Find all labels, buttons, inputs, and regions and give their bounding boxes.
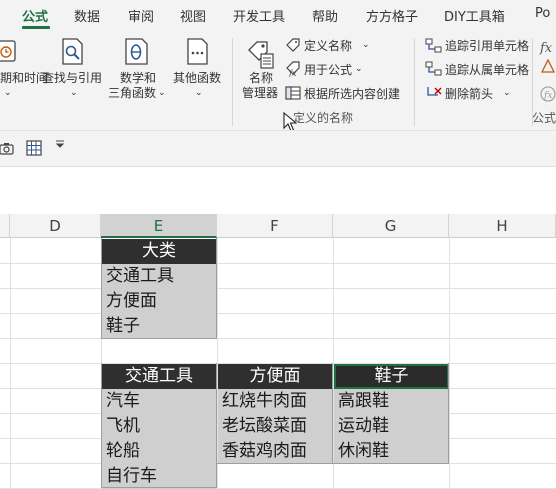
chevron-down-icon: ⌄ [70,88,78,98]
category-cell[interactable]: 鞋子 [102,314,216,339]
math-trig-icon [124,38,150,70]
table-border [448,363,449,463]
table-border [101,487,217,488]
category-cell[interactable]: 方便面 [102,289,216,314]
list-item-cell[interactable]: 飞机 [102,414,216,439]
column-header-d[interactable]: D [10,214,101,238]
column-header-h[interactable]: H [449,214,556,238]
table-border [332,363,333,463]
svg-text:fx: fx [539,41,553,56]
column-header-stub [0,214,10,238]
chevron-down-icon: ⌄ [355,64,363,74]
lookup-reference-button[interactable]: 查找与引用 [42,71,102,86]
tab-developer[interactable]: 开发工具 [233,6,285,25]
column-header-e[interactable]: E [101,214,217,238]
table-border [101,338,217,339]
list-item-cell[interactable]: 休闲鞋 [334,439,448,464]
list-header-cell-selected[interactable]: 鞋子 [334,364,449,389]
formula-bar-area [0,166,556,214]
column-header-f[interactable]: F [217,214,333,238]
chevron-down-icon: ⌄ [362,40,370,50]
table-border [216,363,217,488]
chevron-down-icon: ⌄ [4,88,12,98]
list-header-cell[interactable]: 交通工具 [102,364,216,389]
create-from-selection-button[interactable]: 根据所选内容创建 [304,87,400,102]
more-functions-icon [186,38,210,70]
list-header-cell[interactable]: 方便面 [218,364,332,389]
grid-line [0,263,556,264]
svg-text:fx: fx [543,91,552,101]
excel-window: 公式 数据 审阅 视图 开发工具 帮助 方方格子 DIY工具箱 Po 期和时间 … [0,0,556,489]
tab-review[interactable]: 审阅 [128,6,154,25]
define-name-icon [285,38,301,57]
list-item-cell[interactable]: 轮船 [102,439,216,464]
chevron-down-icon: ⌄ [195,88,203,98]
tab-view[interactable]: 视图 [180,6,206,25]
active-tab-indicator [22,26,50,29]
tab-power[interactable]: Po [535,6,550,21]
list-item-cell[interactable]: 老坛酸菜面 [218,414,332,439]
list-item-cell[interactable]: 自行车 [102,464,216,489]
category-cell[interactable]: 交通工具 [102,264,216,289]
trace-precedents-button[interactable]: 追踪引用单元格 [445,39,529,54]
dropdown-icon[interactable] [55,139,65,152]
table-border [216,238,217,339]
define-name-button[interactable]: 定义名称 [304,39,352,54]
list-item-cell[interactable]: 香菇鸡肉面 [218,439,332,464]
group-separator [232,38,233,126]
chevron-down-icon: ⌄ [158,88,166,98]
remove-arrows-button[interactable]: 删除箭头 [445,87,493,102]
more-functions-button[interactable]: 其他函数 [173,71,221,86]
defined-names-group-label: 定义的名称 [293,111,354,125]
lookup-icon [61,38,85,70]
tab-help[interactable]: 帮助 [312,6,338,25]
grid-line [0,313,556,314]
calendar-icon [0,38,18,68]
math-trig-button[interactable]: 数学和 [120,71,156,86]
list-item-cell[interactable]: 高跟鞋 [334,389,448,414]
tab-diy-toolbox[interactable]: DIY工具箱 [444,6,505,25]
camera-icon[interactable] [0,141,14,160]
trace-dependents-button[interactable]: 追踪从属单元格 [445,63,529,78]
trace-dependents-icon [425,61,443,81]
math-trig-label-2: 三角函数 [108,86,157,100]
table-border [101,238,102,339]
trace-precedents-icon [425,38,443,58]
use-in-formula-icon: fx [285,61,301,81]
name-manager-icon [245,38,277,74]
group-separator [414,38,415,126]
table-border [101,363,102,488]
grid-line [0,338,556,339]
ribbon-panel: 期和时间 ⌄ 查找与引用 ⌄ 数学和 三角函数 ⌄ 其他函数 ⌄ 名称 管理器 [0,30,556,132]
table-icon[interactable] [26,140,42,160]
remove-arrows-icon [425,85,443,105]
chevron-down-icon: ⌄ [503,88,511,98]
name-manager-button[interactable]: 名称 [249,71,273,86]
category-header-cell[interactable]: 大类 [102,239,216,264]
ribbon-tab-bar: 公式 数据 审阅 视图 开发工具 帮助 方方格子 DIY工具箱 Po [0,0,556,30]
tab-formulas[interactable]: 公式 [22,6,48,25]
list-item-cell[interactable]: 汽车 [102,389,216,414]
list-item-cell[interactable]: 红烧牛肉面 [218,389,332,414]
grid-line [0,288,556,289]
tab-fangfang[interactable]: 方方格子 [366,6,418,25]
formula-auditing-group-label: 公式 [532,111,556,125]
column-header-g[interactable]: G [333,214,449,238]
column-header-row: D E F G H [0,214,556,238]
use-in-formula-button[interactable]: 用于公式 [304,63,352,78]
quick-access-toolbar [0,130,556,166]
list-item-cell[interactable]: 运动鞋 [334,414,448,439]
table-border [217,463,449,464]
name-manager-label-2: 管理器 [242,86,279,100]
tab-data[interactable]: 数据 [74,6,100,25]
show-formulas-icon: fx fx [538,38,556,112]
create-from-selection-icon [285,85,301,105]
date-time-button[interactable]: 期和时间 [0,71,48,86]
svg-text:fx: fx [288,69,297,77]
